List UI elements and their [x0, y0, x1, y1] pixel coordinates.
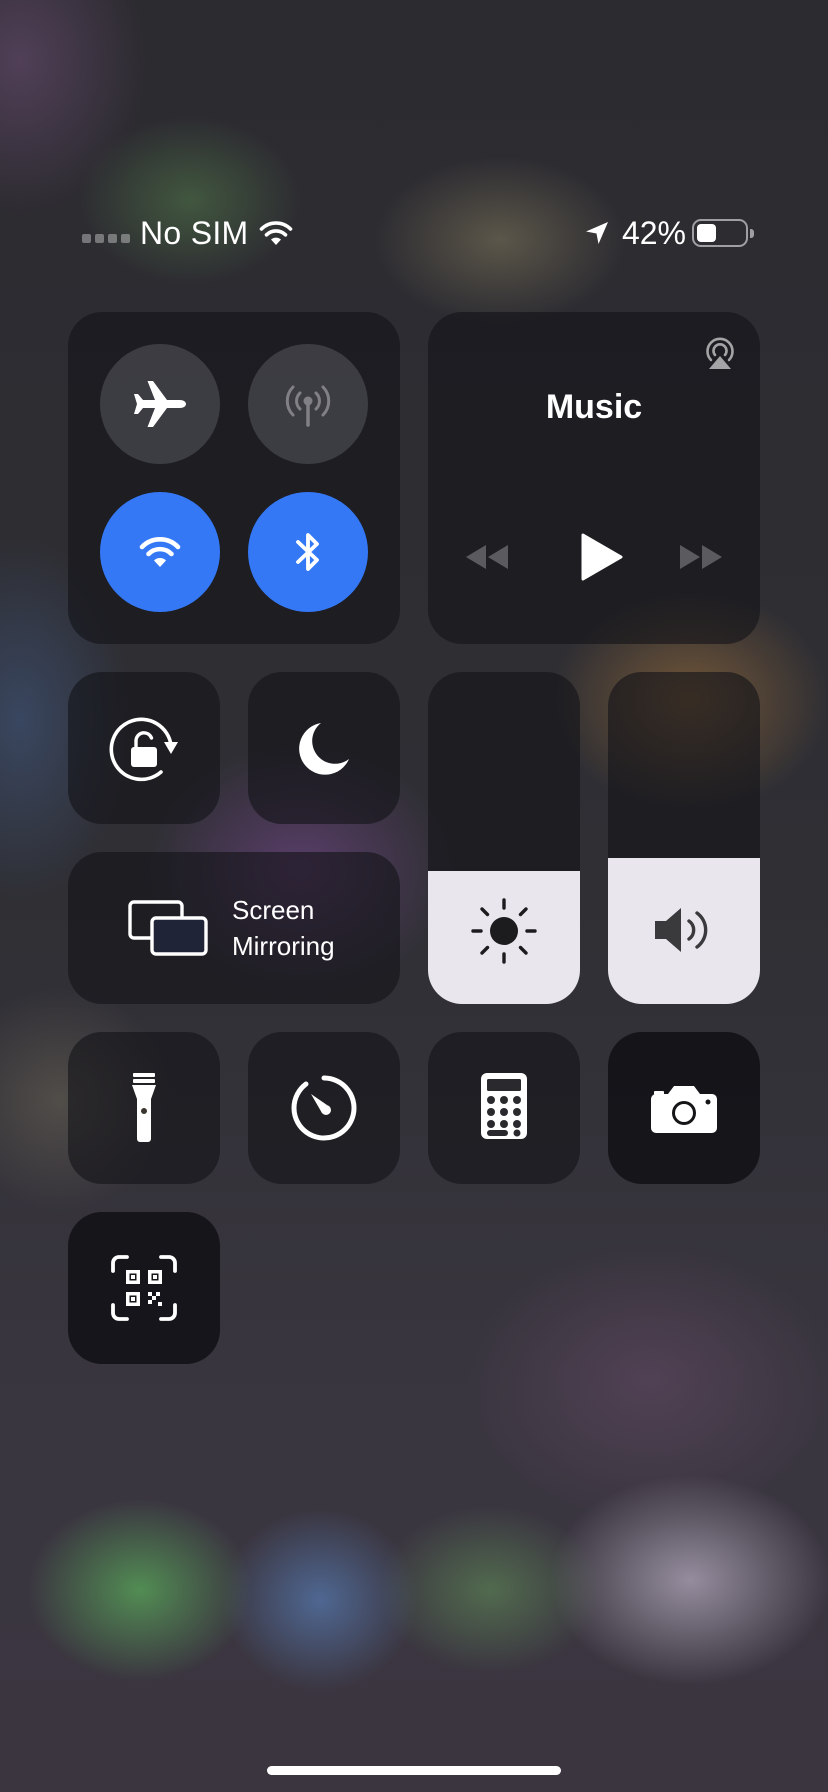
- signal-strength-indicator: [82, 233, 130, 243]
- fast-forward-button[interactable]: [678, 534, 724, 580]
- brightness-slider[interactable]: [428, 672, 580, 1004]
- wifi-toggle-button[interactable]: [100, 492, 220, 612]
- calculator-icon: [481, 1073, 527, 1139]
- camera-button[interactable]: [608, 1032, 760, 1184]
- battery-level-fill: [697, 224, 716, 242]
- now-playing-module: Music: [428, 312, 760, 644]
- rotation-lock-button[interactable]: [68, 672, 220, 824]
- wifi-icon: [139, 537, 181, 567]
- status-left: No SIM: [82, 215, 293, 252]
- volume-slider[interactable]: [608, 672, 760, 1004]
- connectivity-module: [68, 312, 400, 644]
- timer-button[interactable]: [248, 1032, 400, 1184]
- airplane-mode-button[interactable]: [100, 344, 220, 464]
- cellular-data-button[interactable]: [248, 344, 368, 464]
- screen-mirroring-label: Screen Mirroring: [232, 895, 335, 961]
- home-indicator[interactable]: [267, 1766, 561, 1775]
- play-icon: [581, 533, 623, 581]
- rewind-button[interactable]: [464, 534, 510, 580]
- qr-code-icon: [111, 1255, 177, 1321]
- screen-mirroring-icon: [128, 900, 208, 956]
- battery-percentage: 42%: [621, 214, 686, 251]
- media-controls: [428, 522, 760, 592]
- speaker-icon: [655, 908, 708, 952]
- now-playing-title: Music: [545, 388, 643, 426]
- play-button[interactable]: [570, 526, 632, 588]
- airplay-audio-icon[interactable]: [700, 332, 740, 372]
- rewind-icon: [466, 545, 508, 569]
- status-bar: No SIM 42%: [82, 210, 754, 256]
- qr-code-scanner-button[interactable]: [68, 1212, 220, 1364]
- antenna-icon: [285, 385, 331, 427]
- timer-icon: [291, 1075, 357, 1141]
- do-not-disturb-button[interactable]: [248, 672, 400, 824]
- rotation-lock-icon: [109, 717, 178, 782]
- battery-icon: [692, 219, 754, 247]
- bluetooth-icon: [296, 533, 319, 571]
- sun-icon: [471, 898, 537, 964]
- flashlight-icon: [132, 1073, 156, 1142]
- moon-icon: [299, 723, 349, 775]
- camera-icon: [651, 1086, 717, 1133]
- carrier-label: No SIM: [140, 214, 249, 251]
- calculator-button[interactable]: [428, 1032, 580, 1184]
- bluetooth-toggle-button[interactable]: [248, 492, 368, 612]
- fast-forward-icon: [680, 545, 722, 569]
- flashlight-button[interactable]: [68, 1032, 220, 1184]
- status-right: 42%: [584, 214, 754, 252]
- location-arrow-icon: [585, 222, 608, 244]
- airplane-icon: [134, 381, 186, 427]
- screen-mirroring-button[interactable]: Screen Mirroring: [68, 852, 400, 1004]
- wifi-icon: [259, 221, 292, 245]
